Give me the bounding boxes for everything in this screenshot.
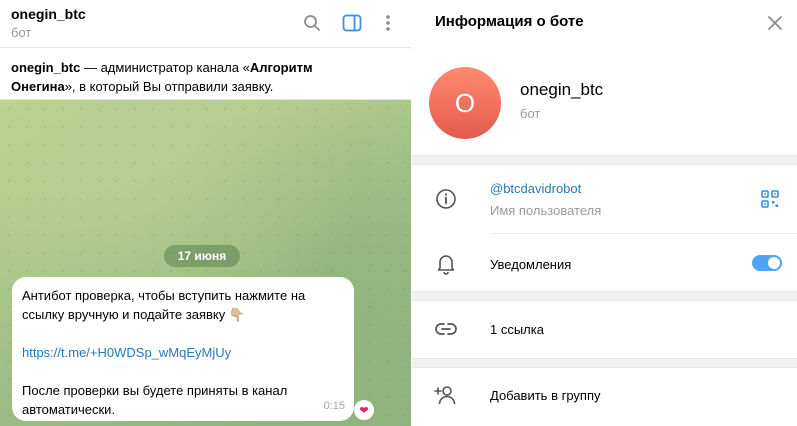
message-line-5: автоматически.	[22, 402, 116, 417]
avatar[interactable]: O	[429, 67, 501, 139]
message-gap	[22, 362, 344, 381]
message-bubble[interactable]: Антибот проверка, чтобы вступить нажмите…	[12, 277, 354, 421]
chat-wallpaper: 17 июня Антибот проверка, чтобы вступить…	[0, 100, 411, 426]
section-separator	[412, 358, 797, 368]
profile-name: onegin_btc	[520, 80, 604, 99]
notifications-label: Уведомления	[490, 257, 572, 272]
date-separator: 17 июня	[164, 245, 240, 267]
chat-header[interactable]: onegin_btc бот	[0, 0, 411, 48]
links-row[interactable]: 1 ссылка	[490, 322, 544, 337]
add-user-icon	[433, 382, 459, 408]
info-icon	[433, 186, 459, 212]
profile-subtitle: бот	[520, 106, 541, 121]
username-value[interactable]: @btcdavidrobot	[490, 181, 581, 196]
heart-reaction-icon[interactable]: ❤	[354, 400, 374, 420]
message-gap	[22, 324, 344, 343]
bell-icon	[433, 251, 459, 277]
search-icon[interactable]	[301, 12, 323, 34]
qr-code-icon[interactable]	[760, 189, 780, 209]
message-line-4: После проверки вы будете приняты в канал	[22, 383, 288, 398]
notice-channel-part2: Онегина	[11, 79, 65, 94]
username-label: Имя пользователя	[490, 203, 602, 218]
chat-title[interactable]: onegin_btc	[11, 6, 86, 22]
notice-channel-part1: Алгоритм	[249, 60, 313, 75]
message-line-2: ссылку вручную и подайте заявку 👇🏼	[22, 307, 246, 322]
admin-notice: onegin_btc — администратор канала «Алгор…	[0, 49, 411, 100]
section-separator	[412, 155, 797, 165]
section-separator	[412, 291, 797, 301]
notice-bot-name: onegin_btc	[11, 60, 81, 75]
close-icon[interactable]	[764, 12, 786, 34]
bot-info-pane: Информация о боте O onegin_btc бот @btcd…	[412, 0, 797, 426]
message-line-1: Антибот проверка, чтобы вступить нажмите…	[22, 288, 306, 303]
chat-pane: onegin_btc бот onegin_btc — администрато…	[0, 0, 411, 426]
side-panel-icon[interactable]	[341, 12, 363, 34]
message-time: 0:15	[323, 400, 345, 412]
info-header: Информация о боте	[412, 0, 797, 48]
more-vertical-icon[interactable]	[377, 12, 399, 34]
link-icon	[433, 316, 459, 342]
chat-subtitle: бот	[11, 25, 32, 40]
message-link[interactable]: https://t.me/+H0WDSp_wMqEyMjUy	[22, 343, 344, 362]
profile-section: O onegin_btc бот	[412, 48, 797, 154]
info-title: Информация о боте	[435, 13, 584, 30]
row-divider	[490, 233, 797, 234]
notice-text: — администратор канала «	[80, 60, 250, 75]
toggle-knob	[768, 257, 780, 269]
add-to-group-button[interactable]: Добавить в группу	[490, 388, 601, 403]
notifications-toggle[interactable]	[752, 255, 782, 271]
notice-text-end: », в который Вы отправили заявку.	[64, 79, 274, 94]
